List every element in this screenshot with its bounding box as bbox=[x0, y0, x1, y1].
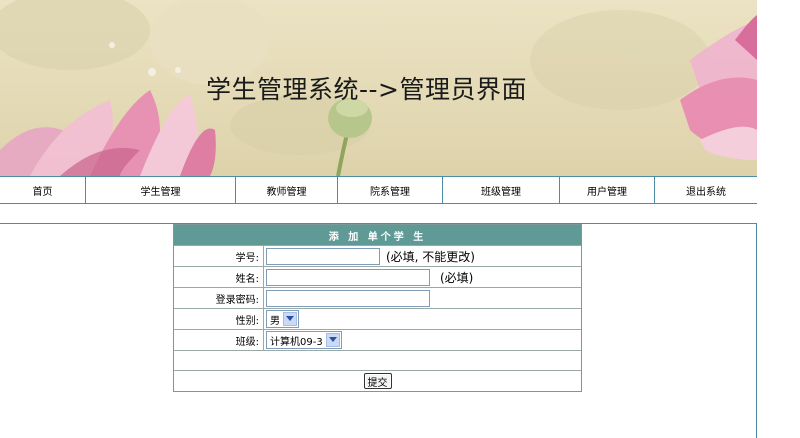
chevron-down-icon bbox=[325, 333, 340, 347]
submit-row: 提交 bbox=[174, 370, 581, 391]
nav-logout[interactable]: 退出系统 bbox=[655, 177, 757, 203]
password-label: 登录密码: bbox=[174, 288, 264, 308]
name-row: 姓名: (必填) bbox=[174, 266, 581, 287]
student-id-label: 学号: bbox=[174, 246, 264, 266]
nav-user-management[interactable]: 用户管理 bbox=[560, 177, 655, 203]
student-id-input[interactable] bbox=[266, 247, 380, 265]
nav-class-management[interactable]: 班级管理 bbox=[443, 177, 560, 203]
password-row: 登录密码: bbox=[174, 287, 581, 308]
add-student-form: 添 加 单个学 生 学号: (必填, 不能更改) 姓名: (必填) 登录密码: … bbox=[173, 224, 582, 392]
nav-home[interactable]: 首页 bbox=[0, 177, 86, 203]
name-label: 姓名: bbox=[174, 267, 264, 287]
header-banner: 学生管理系统-->管理员界面 bbox=[0, 0, 757, 176]
page-title: 学生管理系统-->管理员界面 bbox=[206, 75, 527, 104]
class-label: 班级: bbox=[174, 330, 264, 350]
name-input[interactable] bbox=[266, 268, 430, 286]
gender-row: 性别: 男 bbox=[174, 308, 581, 329]
class-row: 班级: 计算机09-3 bbox=[174, 329, 581, 350]
nav-student-management[interactable]: 学生管理 bbox=[86, 177, 236, 203]
submit-button[interactable]: 提交 bbox=[363, 373, 392, 389]
class-selected-value: 计算机09-3 bbox=[270, 336, 323, 348]
chevron-down-icon bbox=[283, 312, 297, 326]
student-id-hint: (必填, 不能更改) bbox=[386, 249, 475, 264]
student-id-row: 学号: (必填, 不能更改) bbox=[174, 245, 581, 266]
form-title: 添 加 单个学 生 bbox=[174, 225, 581, 245]
spacer-row bbox=[174, 350, 581, 370]
gender-selected-value: 男 bbox=[270, 315, 280, 327]
main-nav: 首页 学生管理 教师管理 院系管理 班级管理 用户管理 退出系统 bbox=[0, 176, 757, 204]
nav-teacher-management[interactable]: 教师管理 bbox=[236, 177, 338, 203]
nav-department-management[interactable]: 院系管理 bbox=[338, 177, 443, 203]
password-input[interactable] bbox=[266, 289, 430, 307]
gender-select[interactable]: 男 bbox=[266, 310, 299, 328]
name-hint: (必填) bbox=[440, 270, 474, 285]
class-select[interactable]: 计算机09-3 bbox=[266, 331, 342, 349]
gender-label: 性别: bbox=[174, 309, 264, 329]
